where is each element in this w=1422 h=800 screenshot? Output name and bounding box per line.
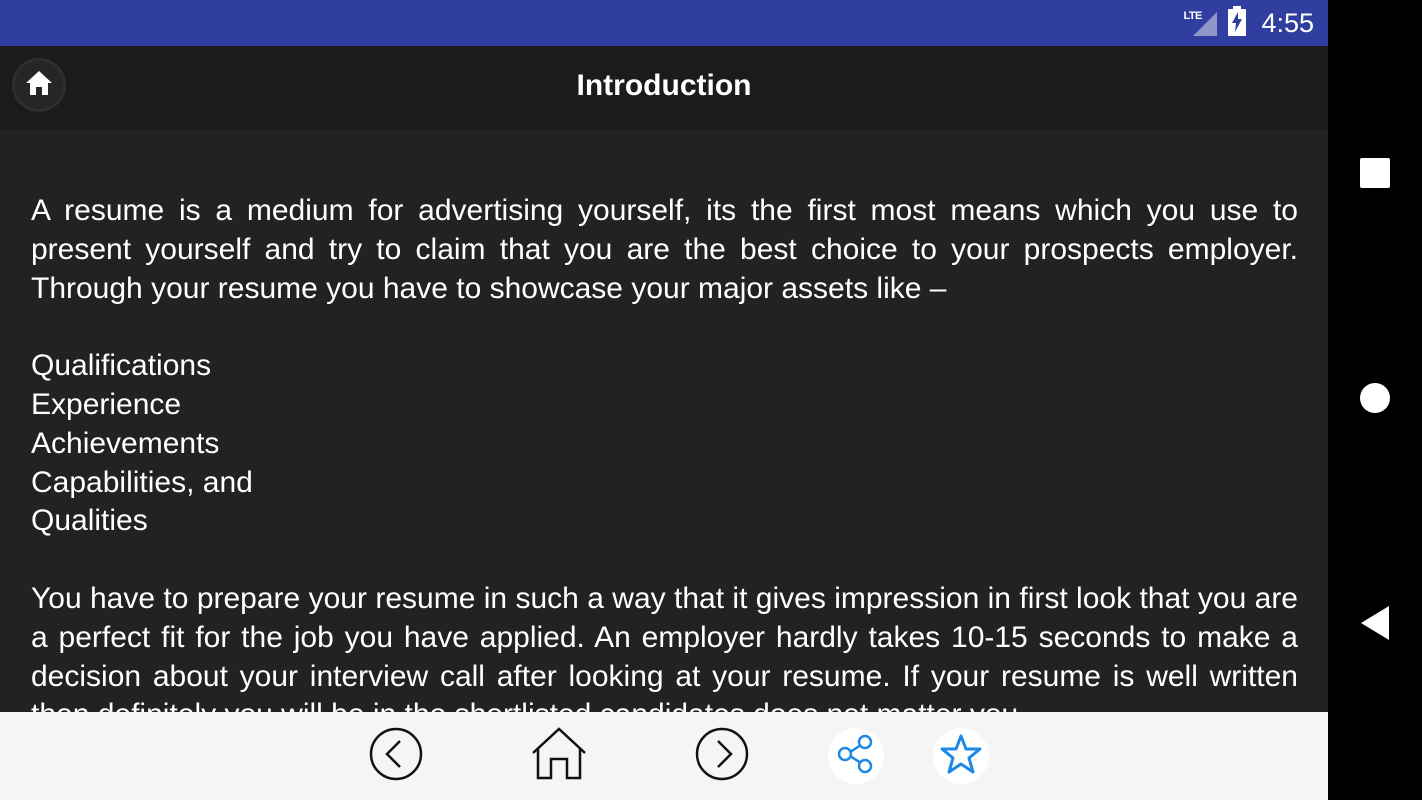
- list-item: Qualifications: [31, 349, 212, 383]
- list-item: Qualities: [31, 504, 148, 538]
- favorite-button[interactable]: [933, 728, 989, 784]
- favorite-star-icon: [939, 732, 983, 781]
- previous-button[interactable]: [368, 726, 424, 787]
- previous-icon: [368, 726, 424, 787]
- status-time: 4:55: [1261, 7, 1314, 38]
- list-item: Achievements: [31, 426, 220, 460]
- recents-button[interactable]: [1352, 155, 1398, 195]
- system-home-button[interactable]: [1352, 380, 1398, 420]
- home-nav-button[interactable]: [530, 726, 588, 787]
- status-bar: LTE 4:55: [0, 0, 1328, 46]
- bottom-toolbar: [0, 712, 1328, 800]
- list-item: Capabilities, and: [31, 465, 253, 499]
- recents-square-icon: [1359, 157, 1391, 194]
- list-item: Experience: [31, 387, 182, 421]
- home-circle-icon: [1359, 382, 1391, 419]
- share-icon: [834, 732, 878, 781]
- battery-charging-icon: [1227, 5, 1247, 41]
- app-screen: LTE 4:55 Introduction A resume is a medi…: [0, 0, 1328, 800]
- system-back-button[interactable]: [1352, 603, 1398, 647]
- network-label: LTE: [1183, 10, 1202, 22]
- next-icon: [694, 726, 750, 787]
- article-content[interactable]: A resume is a medium for advertising you…: [31, 192, 1298, 712]
- page-title: Introduction: [576, 69, 752, 102]
- assets-list: Qualifications Experience Achievements C…: [31, 347, 1298, 541]
- app-bar: Introduction: [0, 46, 1328, 130]
- next-button[interactable]: [694, 726, 750, 787]
- second-paragraph: You have to prepare your resume in such …: [31, 581, 1298, 712]
- lte-signal-icon: LTE: [1183, 8, 1219, 38]
- share-button[interactable]: [828, 728, 884, 784]
- back-triangle-icon: [1359, 605, 1391, 646]
- home-outline-icon: [530, 726, 588, 787]
- intro-paragraph: A resume is a medium for advertising you…: [31, 194, 1298, 305]
- system-nav-bar: [1328, 0, 1422, 800]
- status-icons: LTE 4:55: [1183, 0, 1314, 46]
